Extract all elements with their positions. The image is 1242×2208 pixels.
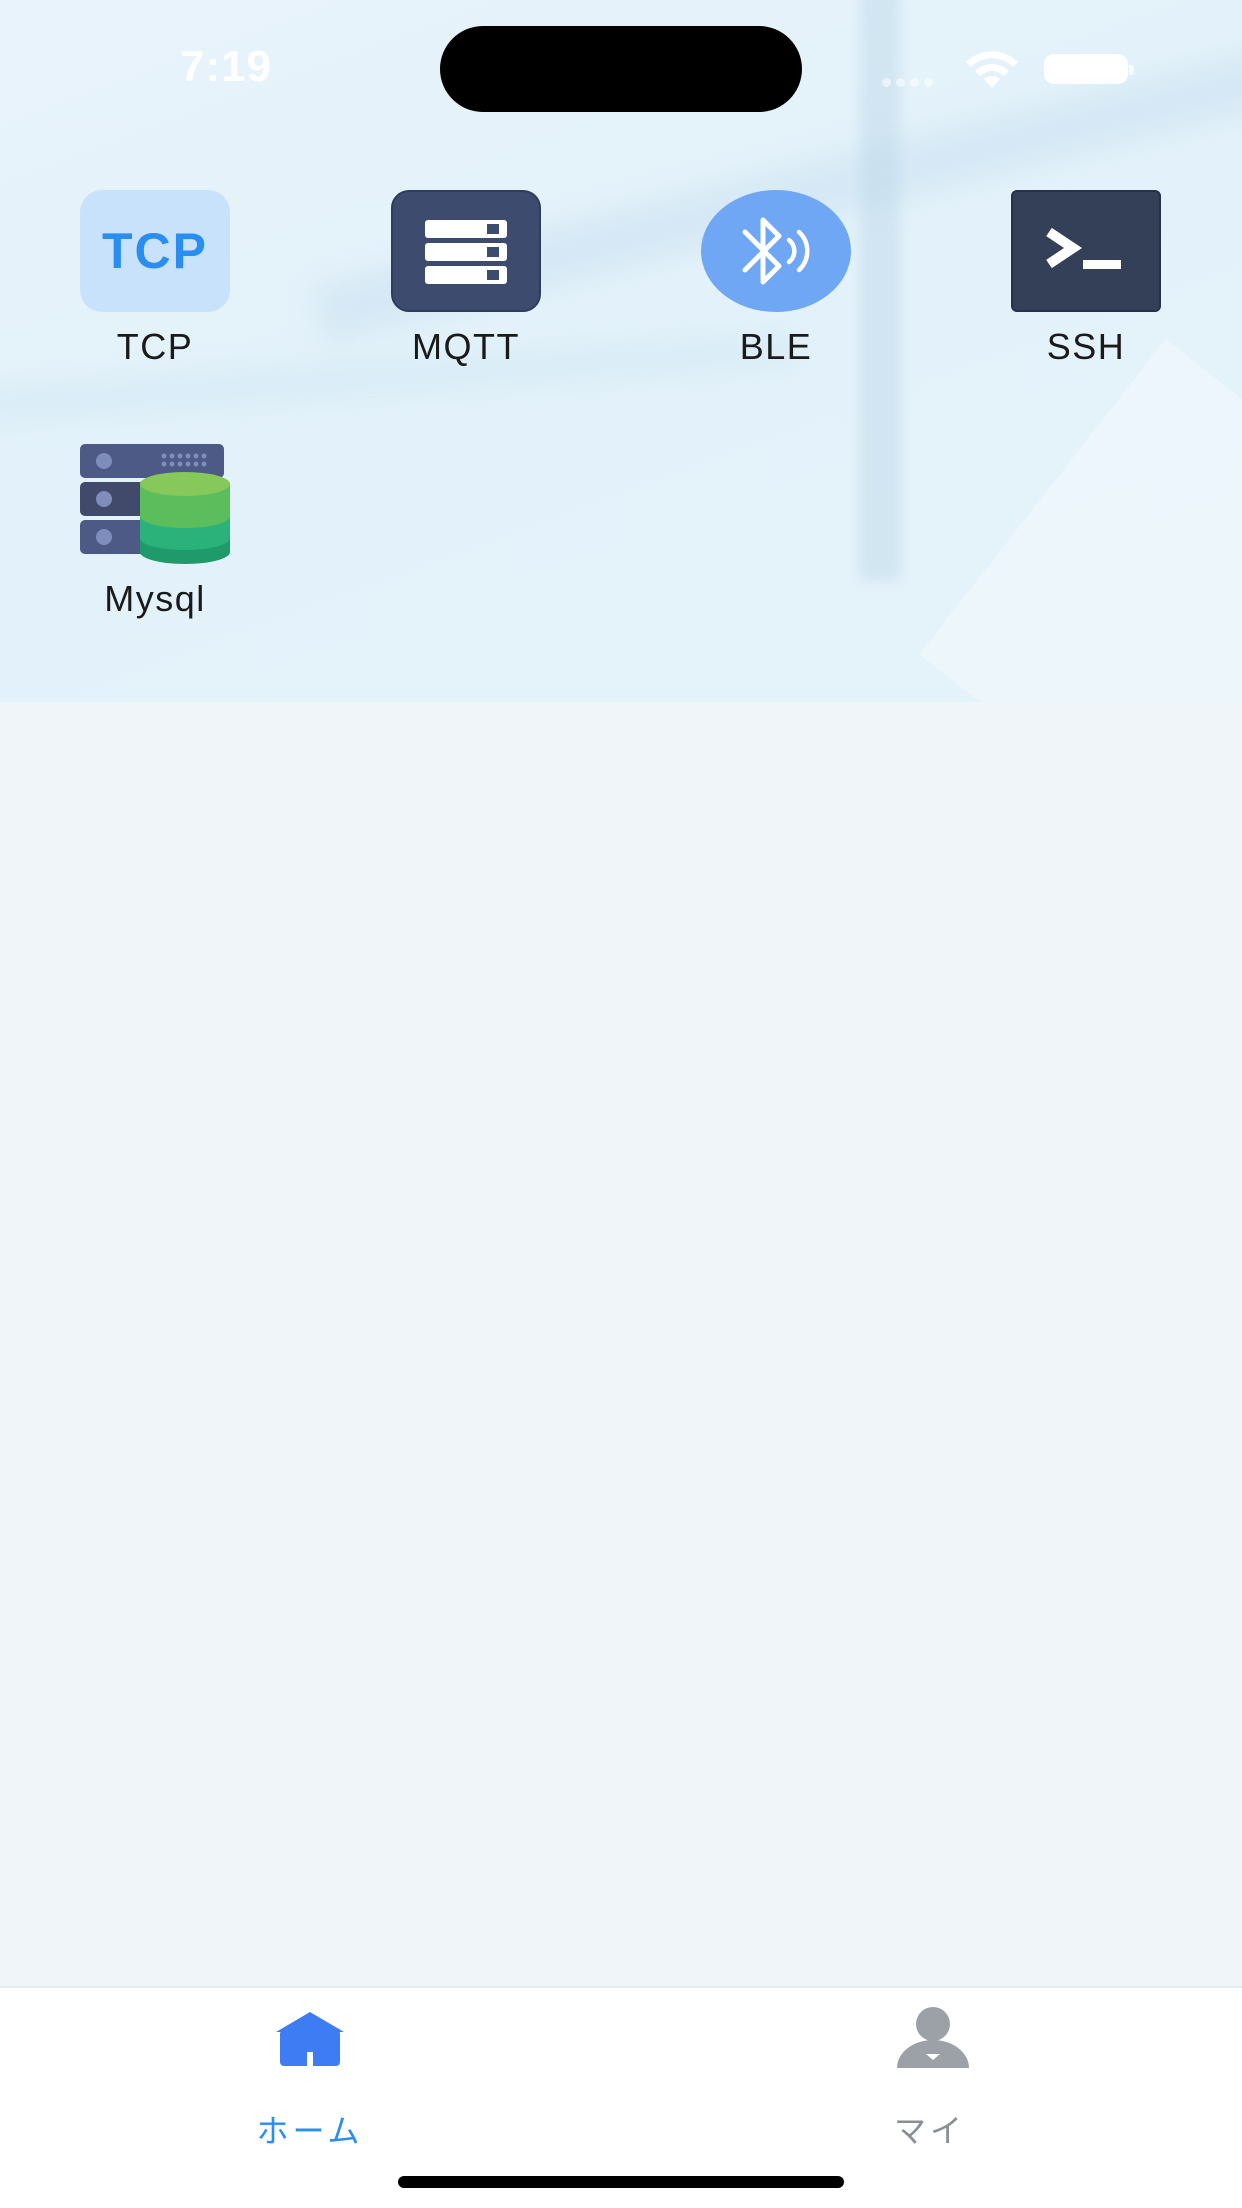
wifi-icon bbox=[966, 51, 1018, 88]
app-label-mysql: Mysql bbox=[104, 578, 206, 619]
app-tcp[interactable]: TCP TCP bbox=[55, 190, 255, 390]
tab-mine[interactable]: マイ bbox=[810, 2007, 1050, 2149]
app-mqtt[interactable]: MQTT bbox=[366, 190, 566, 390]
user-icon bbox=[897, 2007, 969, 2068]
terminal-icon bbox=[1011, 190, 1161, 312]
status-bar: 7:19 bbox=[0, 0, 1242, 140]
tab-label-home: ホーム bbox=[256, 2113, 364, 2149]
screen: 7:19 TCP TCP MQTT BLE SSH Mysql ホーム マイ bbox=[0, 0, 1242, 2208]
app-label-mqtt: MQTT bbox=[412, 326, 520, 367]
tcp-icon: TCP bbox=[80, 190, 230, 312]
server-icon bbox=[391, 190, 541, 312]
battery-icon bbox=[1044, 54, 1134, 84]
database-icon bbox=[80, 442, 230, 564]
app-mysql[interactable]: Mysql bbox=[55, 442, 255, 642]
app-ssh[interactable]: SSH bbox=[986, 190, 1186, 390]
tab-bar: ホーム マイ bbox=[0, 1986, 1242, 2208]
app-ble[interactable]: BLE bbox=[676, 190, 876, 390]
home-indicator bbox=[398, 2176, 844, 2188]
status-time: 7:19 bbox=[180, 42, 273, 91]
app-label-ble: BLE bbox=[739, 326, 813, 367]
dynamic-island bbox=[440, 26, 802, 112]
tab-home[interactable]: ホーム bbox=[190, 2008, 430, 2149]
bluetooth-icon bbox=[701, 190, 851, 312]
tab-label-mine: マイ bbox=[893, 2113, 966, 2149]
app-label-ssh: SSH bbox=[1046, 326, 1126, 367]
app-label-tcp: TCP bbox=[116, 326, 194, 367]
tcp-icon-text: TCP bbox=[102, 223, 208, 279]
cellular-signal-icon bbox=[882, 74, 948, 87]
home-icon bbox=[276, 2012, 344, 2066]
